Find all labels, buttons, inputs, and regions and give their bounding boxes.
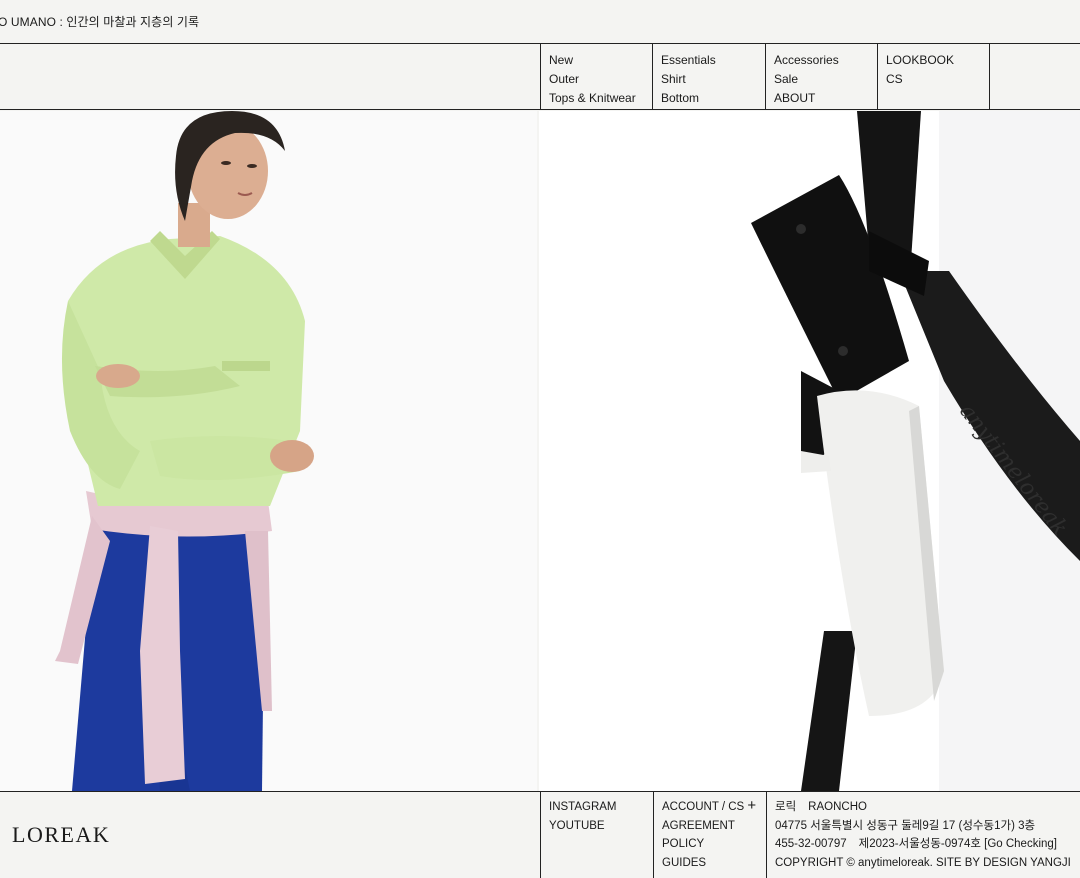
marquee-text: O UMANO : 인간의 마찰과 지층의 기록 (0, 15, 200, 29)
nav-link-bottom[interactable]: Bottom (661, 89, 765, 108)
top-marquee-bar: O UMANO : 인간의 마찰과 지층의 기록 (0, 0, 1080, 44)
nav-link-cs[interactable]: CS (886, 70, 990, 89)
nav-link-lookbook[interactable]: LOOKBOOK (886, 51, 990, 70)
account-cs-toggle[interactable]: ACCOUNT / CS + (662, 798, 766, 817)
footer: LOREAK INSTAGRAM YOUTUBE ACCOUNT / CS + … (0, 791, 1080, 878)
nav-link-accessories[interactable]: Accessories (774, 51, 878, 70)
nav-link-essentials[interactable]: Essentials (661, 51, 765, 70)
mail-order-number[interactable]: 제2023-서울성동-0974호 [Go Checking] (859, 838, 1057, 850)
nav-link-shirt[interactable]: Shirt (661, 70, 765, 89)
guides-link[interactable]: GUIDES (662, 854, 766, 873)
hero-section: anytimeloreak (0, 111, 1080, 791)
copyright-text: COPYRIGHT © anytimeloreak. SITE BY DESIG… (775, 856, 1071, 869)
main-nav: New Outer Tops & Knitwear Essentials Shi… (0, 44, 1080, 110)
nav-link-outer[interactable]: Outer (549, 70, 653, 89)
youtube-link[interactable]: YOUTUBE (549, 817, 653, 836)
address-text: 04775 서울특별시 성동구 둘레9길 17 (성수동1가) 3층 (775, 819, 1036, 832)
belt-photo[interactable]: anytimeloreak (539, 111, 1080, 791)
footer-social-column: INSTAGRAM YOUTUBE (540, 792, 653, 878)
company-line: 로릭 RAONCHO (775, 798, 1080, 817)
nav-link-sale[interactable]: Sale (774, 70, 878, 89)
footer-links-column: ACCOUNT / CS + AGREEMENT POLICY GUIDES (653, 792, 766, 878)
nav-column-3: Accessories Sale ABOUT (765, 44, 878, 110)
agreement-link[interactable]: AGREEMENT (662, 817, 766, 836)
account-cs-label: ACCOUNT / CS (662, 801, 745, 813)
nav-column-1: New Outer Tops & Knitwear (540, 44, 653, 110)
ceo-name: RAONCHO (808, 801, 867, 813)
model-photo[interactable] (0, 111, 537, 791)
business-line: 455-32-00797 제2023-서울성동-0974호 [Go Checkin… (775, 835, 1080, 854)
instagram-link[interactable]: INSTAGRAM (549, 798, 653, 817)
biz-number: 455-32-00797 (775, 838, 847, 850)
plus-icon: + (747, 797, 757, 814)
nav-column-empty (989, 44, 1080, 110)
loreak-logo[interactable]: LOREAK (12, 822, 110, 848)
nav-link-new[interactable]: New (549, 51, 653, 70)
company-label: 로릭 (775, 801, 797, 813)
nav-link-tops-knitwear[interactable]: Tops & Knitwear (549, 89, 653, 108)
policy-link[interactable]: POLICY (662, 835, 766, 854)
nav-column-4: LOOKBOOK CS (877, 44, 990, 110)
nav-column-2: Essentials Shirt Bottom (652, 44, 765, 110)
nav-link-about[interactable]: ABOUT (774, 89, 878, 108)
footer-info-column: 로릭 RAONCHO 04775 서울특별시 성동구 둘레9길 17 (성수동1가… (766, 792, 1080, 878)
